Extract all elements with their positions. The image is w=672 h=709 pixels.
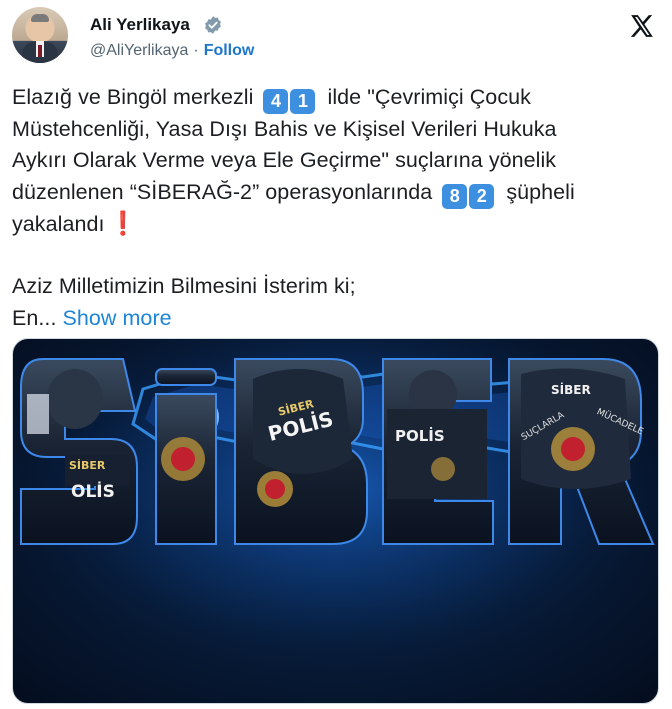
siber-letters-art: SİBER OLİS SİBER POLİS POLİS SİBER SUÇLA…	[20, 358, 655, 545]
tweet-text-segment: şüpheli	[506, 179, 575, 204]
letter-i-dotted	[155, 368, 217, 545]
tweet-text-segment: En...	[12, 305, 57, 330]
tweet-line-3: Aykırı Olarak Verme veya Ele Geçirme" su…	[12, 148, 557, 172]
tweet-header: Ali Yerlikaya @AliYerlikaya · Follow	[12, 5, 660, 67]
follow-button[interactable]: Follow	[204, 42, 255, 59]
tweet-line-4: düzenlenen “SİBERAĞ-2” operasyonlarında …	[12, 177, 660, 209]
tweet-text-segment: yakalandı	[12, 212, 105, 236]
avatar-tie	[38, 45, 42, 57]
show-more-link[interactable]: Show more	[62, 306, 171, 330]
letter-b: SİBER POLİS	[234, 358, 368, 545]
svg-text:POLİS: POLİS	[395, 426, 445, 445]
author-name[interactable]: Ali Yerlikaya	[90, 15, 190, 35]
tweet-line-1: Elazığ ve Bingöl merkezli 41 ilde "Çevri…	[12, 82, 660, 114]
tweet-text-segment: düzenlenen “SİBERAĞ-2” operasyonlarında	[12, 179, 433, 204]
tweet-text-segment: Elazığ ve Bingöl merkezli	[12, 85, 254, 109]
tweet-text: Elazığ ve Bingöl merkezli 41 ilde "Çevri…	[12, 82, 660, 334]
svg-text:SİBER: SİBER	[69, 458, 106, 472]
keycap-number-41: 41	[257, 85, 323, 114]
tweet-line-7: Aziz Milletimizin Bilmesini İsterim ki;	[12, 274, 356, 298]
x-logo-icon[interactable]	[629, 13, 655, 39]
separator-dot: ·	[193, 42, 199, 59]
letter-e: POLİS	[382, 358, 494, 545]
letter-r: SİBER SUÇLARLA MÜCADELE	[508, 358, 655, 545]
svg-text:OLİS: OLİS	[71, 480, 115, 502]
author-handle[interactable]: @AliYerlikaya	[90, 42, 188, 59]
svg-text:SİBER: SİBER	[551, 382, 591, 397]
letter-s: SİBER OLİS	[20, 358, 138, 545]
avatar-hair	[31, 14, 49, 22]
keycap-digit-icon: 1	[290, 89, 316, 114]
verified-badge-icon	[205, 16, 221, 34]
tweet-media-image[interactable]: SİBER OLİS SİBER POLİS POLİS SİBER SUÇLA…	[12, 338, 659, 704]
keycap-digit-icon: 8	[442, 183, 468, 209]
tweet-line-8: En... Show more	[12, 303, 660, 335]
keycap-number-82: 82	[436, 180, 502, 209]
author-avatar[interactable]	[12, 7, 68, 63]
tweet-text-segment: ilde "Çevrimiçi Çocuk	[327, 85, 531, 109]
exclamation-icon: ❗	[108, 210, 138, 236]
keycap-digit-icon: 2	[469, 183, 495, 209]
keycap-digit-icon: 4	[263, 89, 289, 114]
tweet-line-5: yakalandı ❗	[12, 208, 660, 240]
handle-row: @AliYerlikaya · Follow	[90, 42, 254, 60]
tweet-line-2: Müstehcenliği, Yasa Dışı Bahis ve Kişise…	[12, 116, 557, 141]
